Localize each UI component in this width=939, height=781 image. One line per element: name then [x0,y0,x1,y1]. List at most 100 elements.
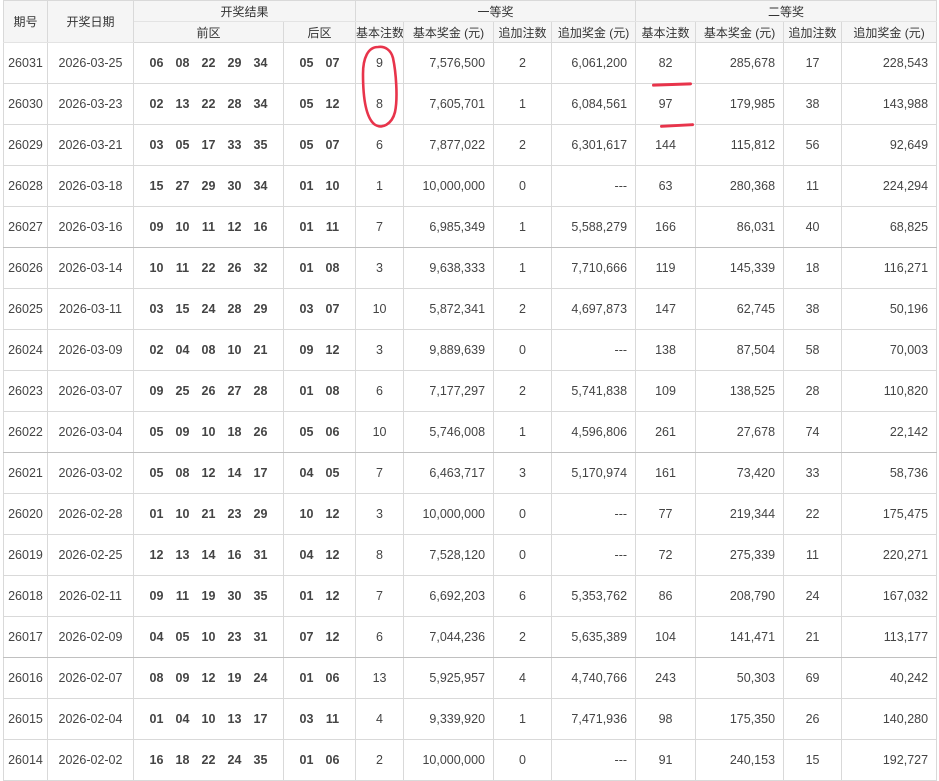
back-numbers: 09 12 [282,329,357,371]
date-cell: 2026-03-11 [47,288,134,330]
p2-count-cell: 144 [635,124,697,166]
p2-add-count-cell: 40 [783,206,843,248]
issue-cell: 26021 [3,452,48,494]
p2-prize-cell: 62,745 [695,288,785,330]
front-ball: 29 [201,179,216,193]
issue-cell: 26019 [3,534,48,576]
p1-add-count-cell: 2 [493,124,553,166]
p2-add-count-cell: 33 [783,452,843,494]
header-p2-add-count: 追加注数 [783,21,843,43]
front-ball: 03 [149,302,164,316]
p2-prize-cell: 86,031 [695,206,785,248]
date-cell: 2026-02-11 [47,575,134,617]
front-ball: 34 [253,179,268,193]
front-ball: 04 [149,630,164,644]
p1-prize-cell: 9,638,333 [403,247,495,289]
p1-add-prize-cell: --- [551,739,637,781]
back-numbers: 03 07 [282,288,357,330]
issue-cell: 26017 [3,616,48,658]
front-ball: 23 [227,507,242,521]
table-row: 26026 2026-03-14 10 11 22 26 32 01 08 3 9,638,333 1… [3,247,938,289]
front-ball: 09 [149,384,164,398]
p1-add-count-cell: 3 [493,452,553,494]
table-row: 26018 2026-02-11 09 11 19 30 35 01 12 7 6,692,203 6… [3,575,938,617]
p1-add-count-cell: 1 [493,698,553,740]
header-p1-add-count: 追加注数 [493,21,553,43]
front-ball: 31 [253,548,268,562]
back-ball: 12 [325,97,340,111]
header-result: 开奖结果 [132,0,357,22]
p2-add-count-cell: 17 [783,42,843,84]
front-ball: 09 [175,425,190,439]
back-ball: 05 [299,425,314,439]
front-ball: 28 [253,384,268,398]
p2-add-prize-cell: 116,271 [841,247,938,289]
front-ball: 26 [201,384,216,398]
back-ball: 12 [325,343,340,357]
issue-cell: 26023 [3,370,48,412]
back-numbers: 03 11 [282,698,357,740]
p2-add-count-cell: 11 [783,165,843,207]
p2-add-count-cell: 38 [783,83,843,125]
date-cell: 2026-03-21 [47,124,134,166]
p2-count-cell: 147 [635,288,697,330]
back-numbers: 05 07 [282,124,357,166]
table-body: 26031 2026-03-25 06 08 22 29 34 05 07 9 7,576,500 2… [3,42,938,781]
p1-add-prize-cell: 4,697,873 [551,288,637,330]
back-numbers: 10 12 [282,493,357,535]
front-ball: 16 [227,548,242,562]
back-ball: 12 [325,589,340,603]
back-numbers: 01 06 [282,657,357,699]
issue-cell: 26024 [3,329,48,371]
front-ball: 15 [175,302,190,316]
header-p2-count: 基本注数 [635,21,697,43]
p2-add-prize-cell: 192,727 [841,739,938,781]
p1-count-cell: 8 [355,83,405,125]
front-numbers: 06 08 22 29 34 [133,42,284,84]
back-ball: 06 [325,425,340,439]
front-ball: 10 [175,507,190,521]
p1-add-prize-cell: 4,596,806 [551,411,637,453]
date-cell: 2026-03-04 [47,411,134,453]
issue-cell: 26030 [3,83,48,125]
p2-count-cell: 97 [635,83,697,125]
p1-count-cell: 9 [355,42,405,84]
p2-prize-cell: 50,303 [695,657,785,699]
back-ball: 11 [325,220,340,234]
header-p1-add-prize: 追加奖金 (元) [551,21,637,43]
p2-count-cell: 104 [635,616,697,658]
front-numbers: 09 11 19 30 35 [133,575,284,617]
issue-cell: 26029 [3,124,48,166]
front-ball: 21 [253,343,268,357]
p2-add-prize-cell: 50,196 [841,288,938,330]
table-row: 26019 2026-02-25 12 13 14 16 31 04 12 8 7,528,120 0… [3,534,938,576]
front-ball: 05 [175,138,190,152]
p2-count-cell: 86 [635,575,697,617]
header-p2-add-prize: 追加奖金 (元) [841,21,938,43]
p1-add-prize-cell: 6,084,561 [551,83,637,125]
p2-add-prize-cell: 143,988 [841,83,938,125]
back-ball: 03 [299,712,314,726]
back-ball: 01 [299,589,314,603]
p1-add-count-cell: 4 [493,657,553,699]
p2-add-prize-cell: 40,242 [841,657,938,699]
p1-prize-cell: 6,692,203 [403,575,495,617]
lottery-results-table: 期号 开奖日期 开奖结果 一等奖 二等奖 前区 后区 基本注数 基本奖金 (元)… [3,0,938,781]
p1-count-cell: 3 [355,247,405,289]
p1-add-prize-cell: 7,471,936 [551,698,637,740]
table-row: 26023 2026-03-07 09 25 26 27 28 01 08 6 7,177,297 2… [3,370,938,412]
front-ball: 14 [227,466,242,480]
date-cell: 2026-02-25 [47,534,134,576]
date-cell: 2026-03-09 [47,329,134,371]
front-ball: 06 [149,56,164,70]
p2-prize-cell: 138,525 [695,370,785,412]
front-ball: 25 [175,384,190,398]
p2-count-cell: 243 [635,657,697,699]
p2-add-count-cell: 15 [783,739,843,781]
issue-cell: 26018 [3,575,48,617]
p2-count-cell: 63 [635,165,697,207]
back-numbers: 01 11 [282,206,357,248]
p1-count-cell: 7 [355,452,405,494]
front-ball: 17 [201,138,216,152]
p2-add-count-cell: 74 [783,411,843,453]
